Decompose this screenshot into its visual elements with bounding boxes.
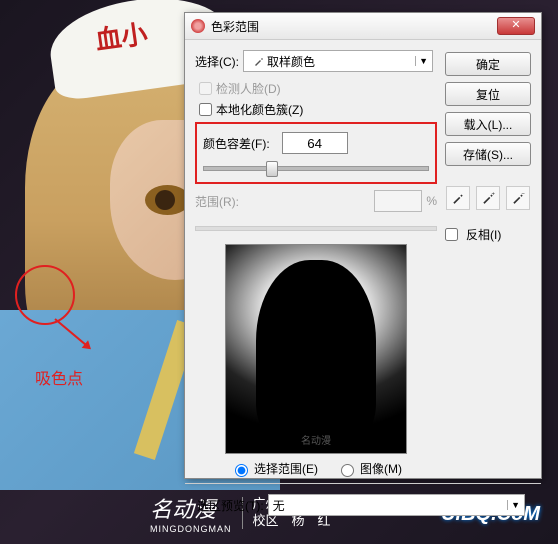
close-button[interactable]: ✕ bbox=[497, 17, 535, 35]
chevron-down-icon: ▼ bbox=[415, 56, 428, 66]
slider-thumb[interactable] bbox=[266, 161, 278, 177]
range-slider bbox=[195, 220, 437, 236]
save-button[interactable]: 存储(S)... bbox=[445, 142, 531, 166]
chevron-down-icon: ▼ bbox=[507, 500, 520, 510]
slider-track bbox=[203, 166, 429, 171]
eyedropper-icon bbox=[251, 53, 267, 69]
select-label: 选择(C): bbox=[195, 53, 239, 70]
select-dropdown[interactable]: 取样颜色 ▼ bbox=[243, 50, 433, 72]
fuzziness-input[interactable] bbox=[282, 132, 348, 154]
slider-track bbox=[195, 226, 437, 231]
annotation-circle bbox=[15, 265, 75, 325]
ok-button[interactable]: 确定 bbox=[445, 52, 531, 76]
radio-image-label: 图像(M) bbox=[360, 460, 402, 477]
preview-image[interactable]: 名动漫 bbox=[225, 244, 407, 454]
detect-faces-checkbox bbox=[199, 82, 212, 95]
preview-value: 无 bbox=[273, 497, 285, 514]
title-bar[interactable]: 色彩范围 ✕ bbox=[185, 13, 541, 40]
annotation-label: 吸色点 bbox=[35, 365, 83, 389]
range-input bbox=[374, 190, 422, 212]
range-label: 范围(R): bbox=[195, 193, 239, 210]
eyedropper-subtract-button[interactable]: − bbox=[506, 186, 530, 210]
load-button[interactable]: 载入(L)... bbox=[445, 112, 531, 136]
invert-checkbox[interactable] bbox=[445, 228, 458, 241]
reset-button[interactable]: 复位 bbox=[445, 82, 531, 106]
select-value: 取样颜色 bbox=[267, 53, 315, 70]
dialog-title: 色彩范围 bbox=[211, 18, 497, 35]
svg-text:+: + bbox=[492, 192, 496, 198]
radio-image-input[interactable] bbox=[341, 464, 354, 477]
radio-selection[interactable]: 选择范围(E) bbox=[230, 460, 318, 477]
preview-label: 选区预览(T): bbox=[197, 497, 264, 514]
preview-watermark: 名动漫 bbox=[226, 432, 406, 447]
invert-label: 反相(I) bbox=[466, 226, 501, 243]
fuzziness-highlight: 颜色容差(F): bbox=[195, 122, 437, 184]
preview-dropdown[interactable]: 无 ▼ bbox=[268, 494, 525, 516]
preview-silhouette bbox=[256, 260, 376, 440]
radio-selection-label: 选择范围(E) bbox=[254, 460, 318, 477]
eyedropper-add-button[interactable]: + bbox=[476, 186, 500, 210]
radio-selection-input[interactable] bbox=[235, 464, 248, 477]
fuzziness-slider[interactable] bbox=[203, 160, 429, 176]
app-icon bbox=[191, 19, 205, 33]
localized-label: 本地化颜色簇(Z) bbox=[216, 101, 303, 118]
color-range-dialog: 色彩范围 ✕ 选择(C): 取样颜色 ▼ 检测人脸(D) 本地化颜色簇(Z) 颜… bbox=[184, 12, 542, 479]
radio-image[interactable]: 图像(M) bbox=[336, 460, 402, 477]
detect-faces-label: 检测人脸(D) bbox=[216, 80, 281, 97]
localized-checkbox[interactable] bbox=[199, 103, 212, 116]
svg-text:−: − bbox=[522, 192, 526, 198]
eyedropper-button[interactable] bbox=[446, 186, 470, 210]
fuzziness-label: 颜色容差(F): bbox=[203, 135, 270, 152]
range-unit: % bbox=[426, 194, 437, 208]
